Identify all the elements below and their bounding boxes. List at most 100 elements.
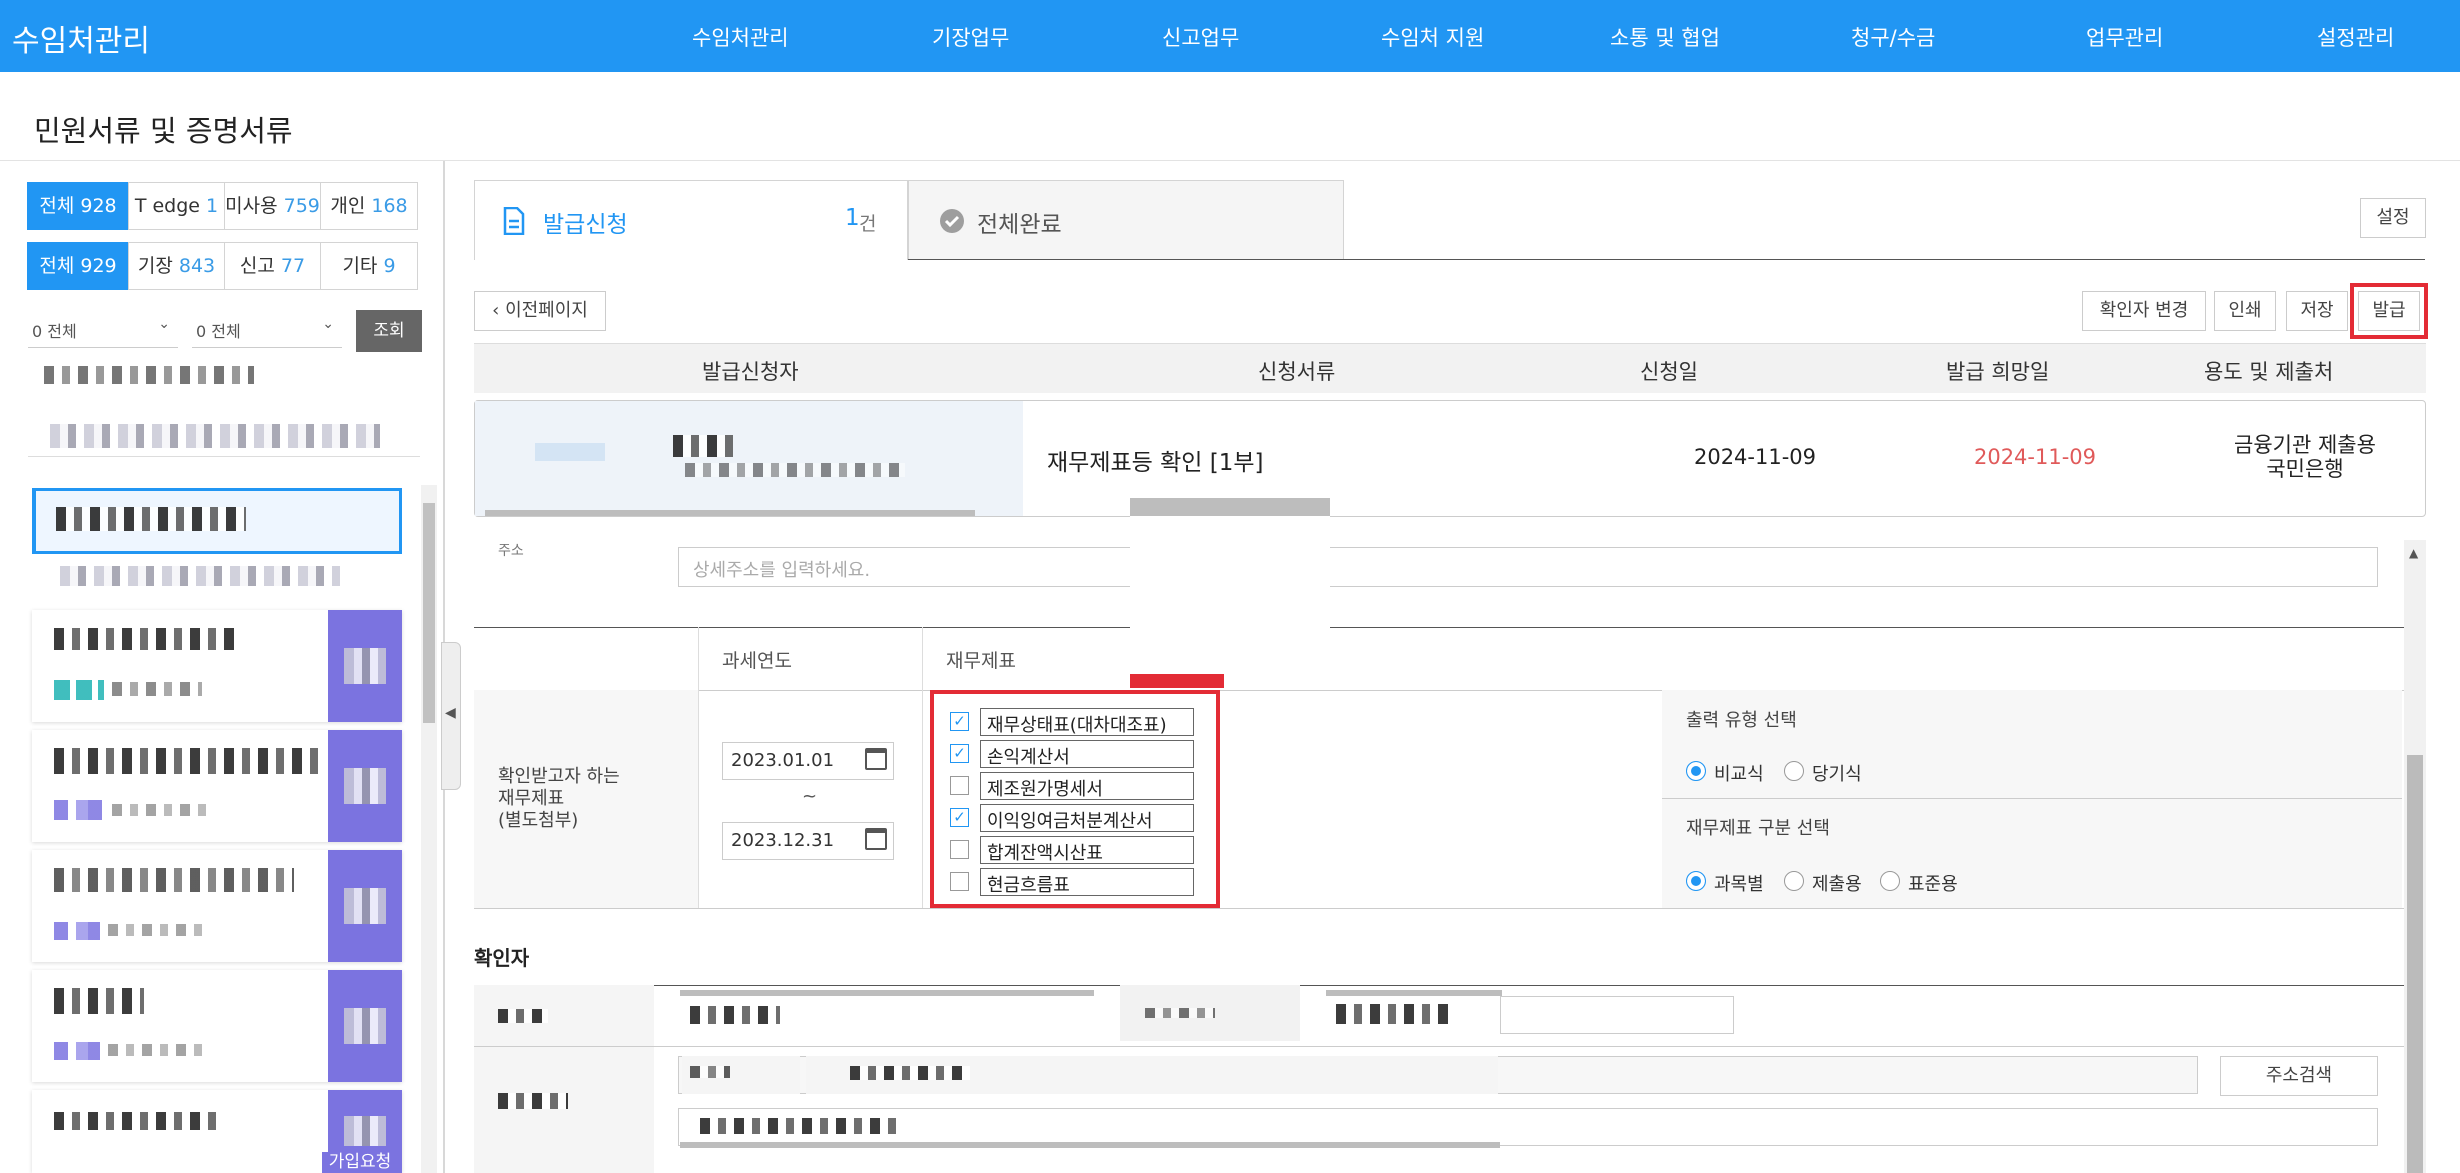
filter-all-929[interactable]: 전체 929 <box>27 242 129 290</box>
overlay-panel <box>1130 516 1330 686</box>
checkbox-unchecked[interactable] <box>950 776 969 795</box>
search-button[interactable]: 조회 <box>356 310 422 352</box>
nav-item-client-support[interactable]: 수임처 지원 <box>1381 22 1484 52</box>
radio-current-period[interactable]: 당기식 <box>1784 760 1862 786</box>
save-button[interactable]: 저장 <box>2286 291 2348 331</box>
redacted-tag <box>54 800 104 820</box>
brand-title[interactable]: 수임처관리 <box>12 16 150 60</box>
filter-select-1[interactable]: 0 전체 ⌄ <box>28 310 178 348</box>
filter-count: 168 <box>371 195 408 217</box>
filter-count: 77 <box>280 255 306 277</box>
redacted-text <box>54 748 324 774</box>
scrollbar-thumb[interactable] <box>2407 755 2423 1173</box>
redacted-tag <box>54 1042 100 1060</box>
divider <box>922 627 923 908</box>
request-table-header: 발급신청자 신청서류 신청일 발급 희망일 용도 및 제출처 <box>474 343 2426 393</box>
radio-for-submission[interactable]: 제출용 <box>1784 870 1862 896</box>
radio-by-account[interactable]: 과목별 <box>1686 870 1764 896</box>
tab-divider <box>908 259 2425 260</box>
checkbox-checked[interactable]: ✓ <box>950 744 969 763</box>
scroll-up-icon[interactable]: ▲ <box>2409 546 2418 560</box>
print-button[interactable]: 인쇄 <box>2214 291 2276 331</box>
filter-filing[interactable]: 신고 77 <box>224 242 321 290</box>
panel-collapse-handle[interactable]: ◀ <box>441 642 461 790</box>
tab-count-unit: 건 <box>859 213 877 235</box>
redacted-text <box>56 507 246 531</box>
back-button[interactable]: ‹ 이전페이지 <box>474 291 606 331</box>
document-icon <box>503 207 525 235</box>
checker-label-column <box>474 985 654 1173</box>
end-date-input[interactable]: 2023.12.31 <box>722 822 894 860</box>
filter-all-928[interactable]: 전체 928 <box>27 182 129 230</box>
date-value: 2023.01.01 <box>731 750 835 771</box>
scrollbar-thumb[interactable] <box>423 503 435 723</box>
checkbox-checked[interactable]: ✓ <box>950 712 969 731</box>
redacted-text <box>108 1044 208 1056</box>
redacted-text <box>344 888 386 924</box>
header-apply-date: 신청일 <box>1640 360 1698 384</box>
radio-standard[interactable]: 표준용 <box>1880 870 1958 896</box>
detail-address-input[interactable]: 상세주소를 입력하세요. <box>678 547 2378 587</box>
address-label: 주소 <box>498 543 524 559</box>
checker-field[interactable] <box>1500 996 1734 1034</box>
nav-item-filing[interactable]: 신고업무 <box>1162 22 1239 52</box>
checker-section-title: 확인자 <box>474 946 530 970</box>
calendar-icon[interactable] <box>865 748 887 770</box>
settings-button[interactable]: 설정 <box>2360 198 2426 238</box>
detail-scrollbar[interactable]: ▲ <box>2404 540 2426 1173</box>
nav-item-communication[interactable]: 소통 및 협업 <box>1610 22 1720 52</box>
nav-item-client-management[interactable]: 수임처관리 <box>692 22 789 52</box>
filter-bookkeeping[interactable]: 기장 843 <box>128 242 225 290</box>
redacted-text <box>690 1066 730 1078</box>
filter-other[interactable]: 기타 9 <box>320 242 418 290</box>
redacted-text <box>112 682 202 696</box>
change-checker-button[interactable]: 확인자 변경 <box>2082 291 2206 331</box>
nav-item-settings[interactable]: 설정관리 <box>2317 22 2394 52</box>
filter-unused[interactable]: 미사용 759 <box>224 182 321 230</box>
start-date-input[interactable]: 2023.01.01 <box>722 742 894 780</box>
statement-label: 손익계산서 <box>980 740 1194 768</box>
checkbox-checked[interactable]: ✓ <box>950 808 969 827</box>
redacted-text <box>535 443 605 461</box>
nav-item-work-management[interactable]: 업무관리 <box>2086 22 2163 52</box>
scroll-indicator <box>485 510 975 516</box>
redacted-text <box>60 566 340 586</box>
statements-header: 재무제표 <box>946 650 1016 672</box>
redacted-text <box>108 924 208 936</box>
filter-select-2[interactable]: 0 전체 ⌄ <box>192 310 342 348</box>
tab-count: 1 <box>845 205 860 231</box>
list-item-selected[interactable] <box>32 488 402 554</box>
filter-t-edge[interactable]: T edge 1 <box>128 182 225 230</box>
filter-individual[interactable]: 개인 168 <box>320 182 418 230</box>
nav-item-bookkeeping[interactable]: 기장업무 <box>932 22 1009 52</box>
filter-count: 843 <box>178 255 216 277</box>
list-item[interactable] <box>32 610 402 722</box>
calendar-icon[interactable] <box>865 828 887 850</box>
overlay-accent <box>1130 674 1224 688</box>
client-list-scrollbar[interactable] <box>421 485 437 1173</box>
nav-item-billing[interactable]: 청구/수금 <box>1851 22 1935 52</box>
checkbox-unchecked[interactable] <box>950 840 969 859</box>
radio-comparative[interactable]: 비교식 <box>1686 760 1764 786</box>
issue-button[interactable]: 발급 <box>2350 283 2428 339</box>
statement-label: 현금흐름표 <box>980 868 1194 896</box>
request-row[interactable]: 재무제표등 확인 [1부] 2024-11-09 2024-11-09 금융기관… <box>474 400 2426 517</box>
redacted-text <box>344 1116 386 1146</box>
redacted-text <box>54 1112 224 1130</box>
divider <box>474 908 2404 909</box>
list-item[interactable] <box>32 850 402 962</box>
apply-date: 2024-11-09 <box>1693 445 1817 469</box>
tab-issue-request[interactable]: 발급신청 1 건 <box>474 180 908 260</box>
type-filter-row-1: 전체 928 T edge 1 미사용 759 개인 168 <box>27 182 418 230</box>
type-filter-row-2: 전체 929 기장 843 신고 77 기타 9 <box>27 242 418 290</box>
tab-all-complete[interactable]: 전체완료 <box>908 180 1344 260</box>
submit-to: 국민은행 <box>2266 457 2344 481</box>
requested-document: 재무제표등 확인 [1부] <box>1047 450 1264 476</box>
list-item[interactable] <box>32 730 402 842</box>
client-badge <box>328 730 402 842</box>
filter-label: 기장 <box>137 255 173 277</box>
list-item[interactable] <box>32 970 402 1082</box>
checker-detail-address-field[interactable] <box>678 1108 2378 1146</box>
address-search-button[interactable]: 주소검색 <box>2220 1056 2378 1096</box>
checkbox-unchecked[interactable] <box>950 872 969 891</box>
